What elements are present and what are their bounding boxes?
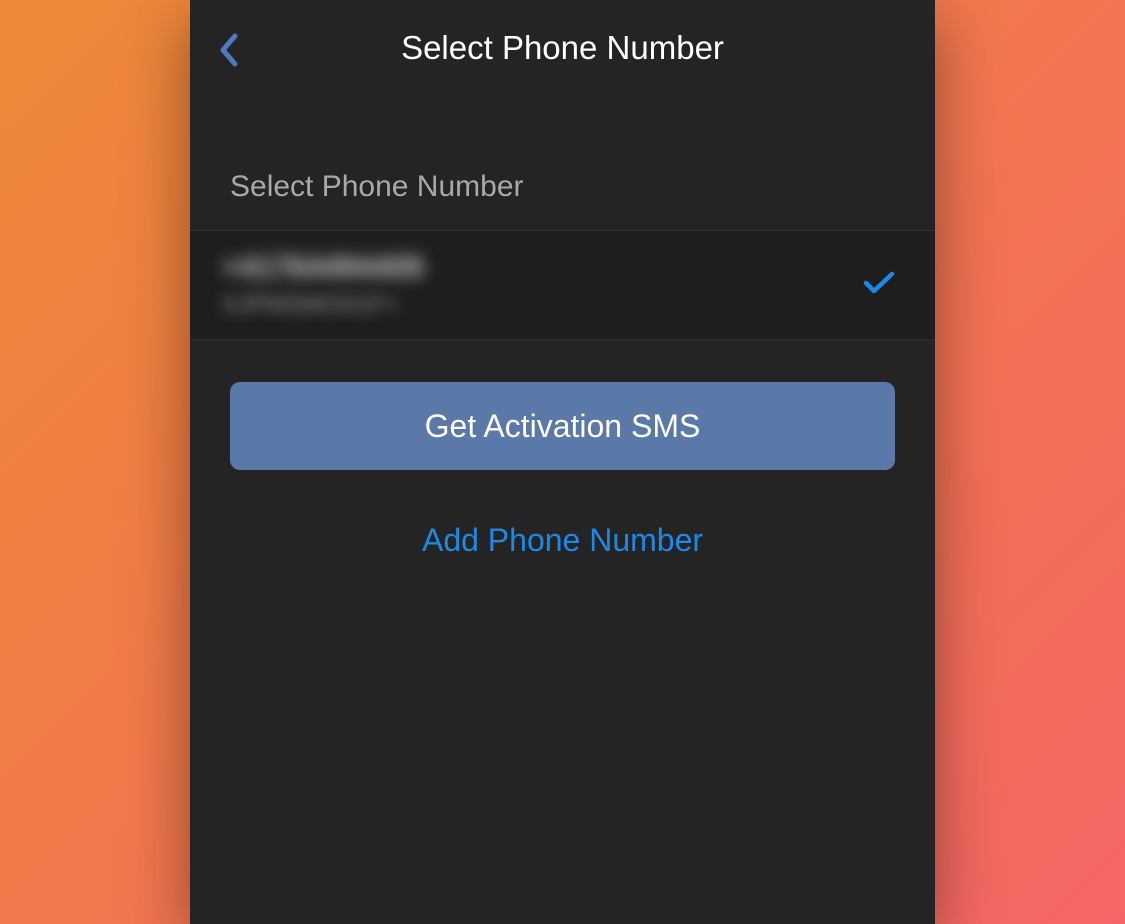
phone-label-text: XJPMSMOA1F+: [222, 291, 423, 319]
back-button[interactable]: [208, 30, 248, 70]
chevron-left-icon: [217, 32, 239, 68]
phone-info: +41764494409 XJPMSMOA1F+: [222, 251, 423, 319]
action-area: Get Activation SMS Add Phone Number: [190, 340, 935, 611]
section-label: Select Phone Number: [190, 95, 935, 230]
checkmark-icon: [863, 271, 895, 295]
add-phone-number-button[interactable]: Add Phone Number: [230, 470, 895, 611]
screen-container: Select Phone Number Select Phone Number …: [190, 0, 935, 924]
get-activation-sms-button[interactable]: Get Activation SMS: [230, 382, 895, 470]
selected-checkmark: [863, 271, 895, 300]
phone-number-text: +41764494409: [222, 251, 423, 285]
page-title: Select Phone Number: [401, 29, 724, 67]
header: Select Phone Number: [190, 0, 935, 95]
phone-number-row[interactable]: +41764494409 XJPMSMOA1F+: [190, 230, 935, 340]
